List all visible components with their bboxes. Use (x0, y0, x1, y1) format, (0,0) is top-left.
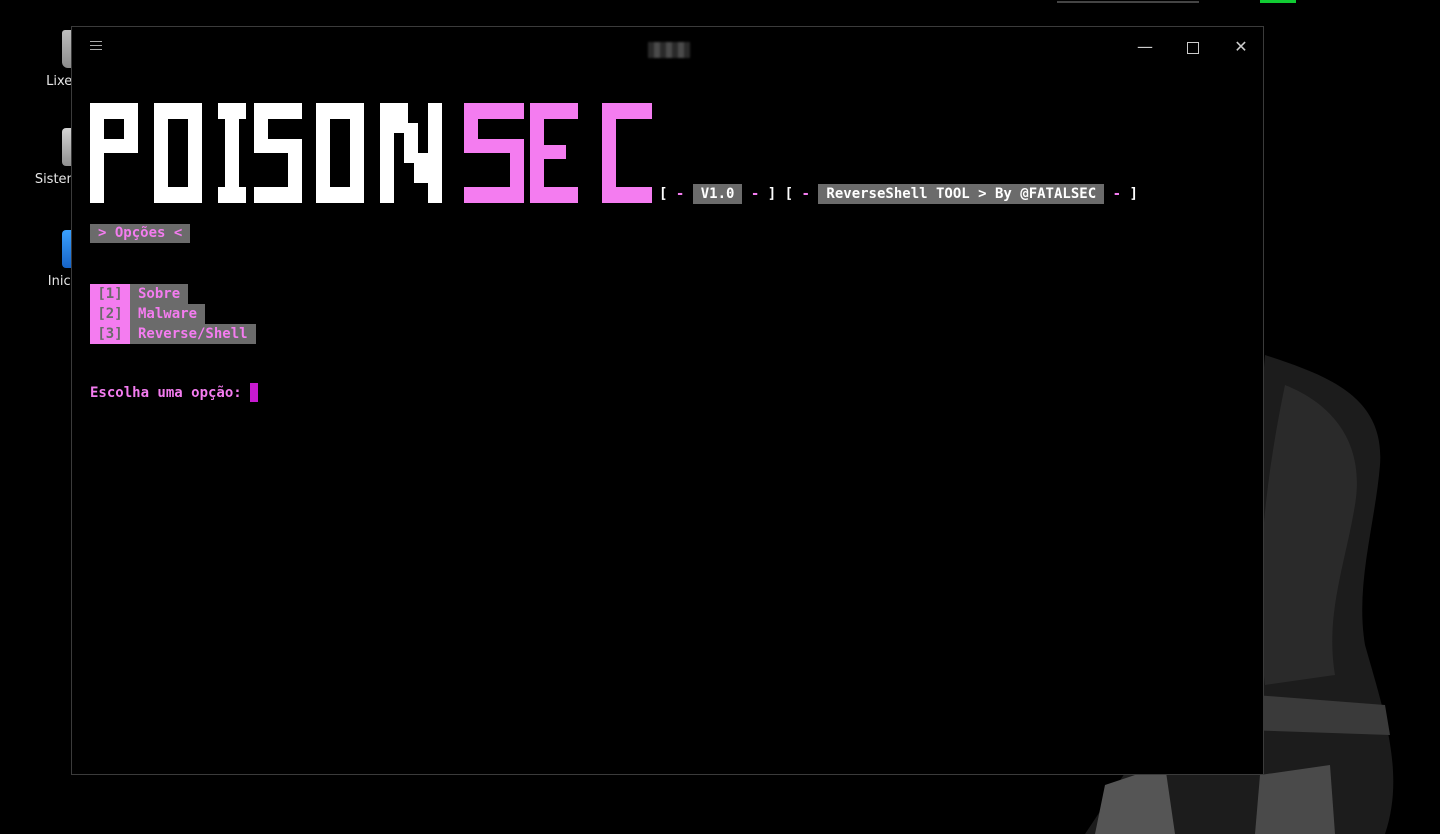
dash: - (801, 186, 810, 202)
version-line: [ - V1.0 - ] [ - ReverseShell TOOL > By … (659, 184, 1138, 204)
prompt-text: Escolha uma opção: (90, 385, 242, 401)
options-header: > Opções < (90, 224, 191, 243)
dash: - (675, 186, 685, 202)
maximize-icon (1187, 42, 1199, 54)
taskbar-edge (1057, 1, 1199, 3)
option-number: [1] (90, 284, 130, 304)
terminal-cursor[interactable] (249, 383, 258, 402)
hamburger-icon[interactable] (90, 41, 102, 51)
bracket-open: [ (784, 186, 794, 202)
bracket-close: ] (1129, 186, 1138, 202)
close-button[interactable]: ✕ (1228, 37, 1254, 59)
bracket-open: [ (659, 186, 668, 202)
dash: - (750, 186, 760, 202)
options-menu: [1] Sobre [2] Malware [3] Reverse/Shell (90, 284, 256, 344)
option-label: Sobre (130, 284, 189, 304)
option-prompt[interactable]: Escolha uma opção: (90, 383, 258, 403)
menu-option-reverse-shell: [3] Reverse/Shell (90, 324, 256, 344)
menu-option-malware: [2] Malware (90, 304, 256, 324)
bracket-close: ] (767, 186, 777, 202)
minimize-button[interactable]: — (1132, 37, 1158, 59)
window-title (648, 42, 690, 58)
poisonsec-logo (90, 103, 652, 203)
option-number: [2] (90, 304, 130, 324)
option-label: Reverse/Shell (130, 324, 256, 344)
option-label: Malware (130, 304, 206, 324)
window-titlebar[interactable]: — ✕ (72, 27, 1263, 67)
option-number: [3] (90, 324, 130, 344)
menu-option-sobre: [1] Sobre (90, 284, 256, 304)
version-badge: V1.0 (692, 184, 743, 204)
tagline-badge: ReverseShell TOOL > By @FATALSEC (818, 184, 1105, 204)
terminal-window[interactable]: — ✕ [- V1.0 -] [- ReverseShell TOOL >… (71, 26, 1264, 775)
maximize-button[interactable] (1180, 37, 1206, 59)
status-indicator (1260, 0, 1296, 3)
dash: - (1112, 186, 1121, 202)
